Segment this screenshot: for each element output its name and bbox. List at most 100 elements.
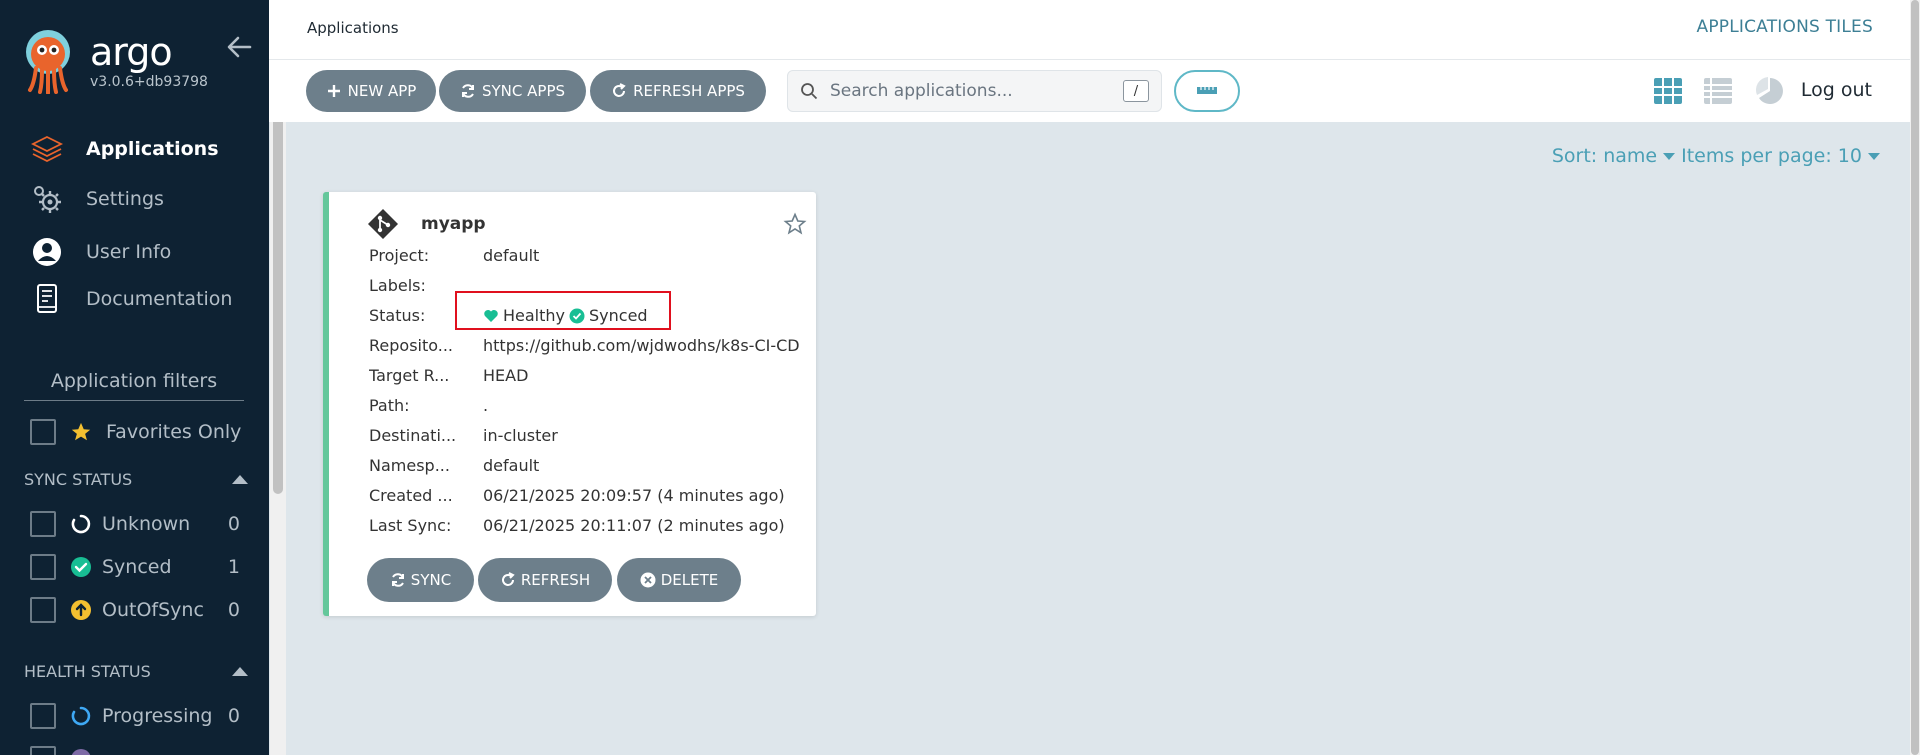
field-key: Target R... [369, 366, 450, 385]
collapse-sidebar-arrow-icon[interactable] [226, 34, 252, 60]
field-value: default [483, 246, 540, 265]
field-value: in-cluster [483, 426, 558, 445]
user-circle-icon [33, 238, 61, 266]
filter-sync-outofsync[interactable]: OutOfSync 0 [30, 596, 240, 624]
field-key: Destinati... [369, 426, 457, 445]
nav-label: Settings [86, 188, 164, 210]
checkbox[interactable] [30, 511, 56, 537]
filter-count: 0 [227, 513, 240, 535]
refresh-apps-label: REFRESH APPS [633, 82, 745, 100]
sync-button-label: SYNC [410, 571, 452, 589]
brand-version: v3.0.6+db93798 [90, 74, 208, 90]
filter-sync-synced[interactable]: Synced 1 [30, 553, 240, 581]
toolbar: NEW APP SYNC APPS REFRESH APPS / [269, 60, 1910, 122]
refresh-button[interactable]: REFRESH [478, 558, 612, 602]
top-bar: Applications APPLICATIONS TILES [269, 0, 1910, 60]
health-status-title: HEALTH STATUS [24, 662, 151, 681]
field-created-at: Created ... 06/21/2025 20:09:57 (4 minut… [369, 486, 809, 505]
filter-count: 1 [227, 556, 240, 578]
star-outline-icon[interactable] [783, 212, 807, 236]
field-last-sync: Last Sync: 06/21/2025 20:11:07 (2 minute… [369, 516, 809, 535]
nav-item-settings[interactable]: Settings [30, 179, 260, 219]
refresh-apps-button[interactable]: REFRESH APPS [590, 70, 766, 112]
field-value: HEAD [483, 366, 529, 385]
sort-controls: Sort: name Items per page: 10 [1552, 145, 1880, 167]
sync-apps-button[interactable]: SYNC APPS [439, 70, 586, 112]
filter-label: Synced [102, 556, 172, 578]
circle-icon [71, 749, 91, 755]
sync-icon [461, 84, 474, 98]
filter-toggle-button[interactable] [1174, 70, 1240, 112]
field-value: 06/21/2025 20:11:07 (2 minutes ago) [483, 516, 785, 535]
page-title: APPLICATIONS TILES [1696, 17, 1873, 37]
checkbox[interactable] [30, 597, 56, 623]
field-value: . [483, 396, 489, 415]
nav-label: User Info [86, 241, 172, 263]
star-icon [71, 422, 91, 441]
book-icon [37, 284, 57, 313]
sort-dropdown[interactable]: Sort: name [1552, 145, 1657, 167]
checkbox[interactable] [30, 703, 56, 729]
sync-status-title: SYNC STATUS [24, 470, 133, 489]
new-app-label: NEW APP [347, 82, 417, 100]
checkbox[interactable] [30, 746, 56, 755]
delete-button[interactable]: DELETE [617, 558, 741, 602]
sync-button[interactable]: SYNC [367, 558, 474, 602]
field-destination: Destinati... in-cluster [369, 426, 809, 445]
status-highlight-box [455, 291, 671, 330]
caret-down-icon[interactable] [1868, 152, 1880, 160]
collapse-triangle-icon [232, 667, 248, 676]
health-status-header[interactable]: HEALTH STATUS [24, 662, 248, 681]
items-per-page-dropdown[interactable]: Items per page: 10 [1681, 145, 1862, 167]
field-project: Project: default [369, 246, 809, 265]
right-scroll-thumb[interactable] [1911, 0, 1919, 755]
arrow-up-circle-icon [71, 600, 91, 620]
search-input[interactable] [830, 81, 1123, 101]
filter-sync-unknown[interactable]: Unknown 0 [30, 510, 240, 538]
filter-label: Progressing [102, 705, 213, 727]
list-view-icon[interactable] [1703, 76, 1733, 106]
field-key: Created ... [369, 486, 453, 505]
favorites-filter[interactable]: Favorites Only [30, 418, 241, 446]
sync-apps-label: SYNC APPS [481, 82, 566, 100]
filter-count: 0 [227, 705, 240, 727]
nav-label: Applications [86, 138, 219, 160]
sync-icon [391, 573, 404, 587]
search-shortcut-key: / [1123, 80, 1149, 102]
sync-status-header[interactable]: SYNC STATUS [24, 470, 248, 489]
summary-pie-icon[interactable] [1755, 76, 1785, 106]
nav-item-applications[interactable]: Applications [30, 129, 260, 169]
gears-icon [34, 186, 61, 213]
field-value: default [483, 456, 540, 475]
caret-down-icon[interactable] [1663, 152, 1676, 160]
git-icon [368, 209, 398, 239]
collapse-triangle-icon [232, 475, 248, 484]
field-target-revision: Target R... HEAD [369, 366, 809, 385]
field-value: https://github.com/wjdwodhs/k8s-CI-CD [483, 336, 800, 355]
refresh-icon [501, 572, 515, 586]
app-card[interactable]: myapp Project: default Labels: Status: H… [323, 192, 816, 616]
tiles-view-icon[interactable] [1653, 76, 1683, 106]
logout-link[interactable]: Log out [1801, 79, 1872, 101]
filter-health-progressing[interactable]: Progressing 0 [30, 702, 240, 730]
refresh-button-label: REFRESH [520, 571, 591, 589]
checkbox[interactable] [30, 554, 56, 580]
delete-button-label: DELETE [660, 571, 719, 589]
nav-item-user-info[interactable]: User Info [30, 232, 260, 272]
filter-count: 0 [227, 599, 240, 621]
new-app-button[interactable]: NEW APP [306, 70, 436, 112]
brand-name: argo [90, 30, 173, 74]
field-key: Project: [369, 246, 430, 265]
field-repository: Reposito... https://github.com/wjdwodhs/… [369, 336, 809, 355]
circle-notch-icon [71, 706, 91, 726]
field-path: Path: . [369, 396, 809, 415]
search-box[interactable]: / [787, 70, 1162, 112]
argo-cd-app: argo v3.0.6+db93798 Applications Setting… [0, 0, 1920, 755]
field-namespace: Namesp... default [369, 456, 809, 475]
plus-icon [327, 85, 340, 97]
breadcrumb[interactable]: Applications [307, 19, 399, 37]
favorites-checkbox[interactable] [30, 419, 56, 445]
filter-health-next[interactable] [30, 745, 240, 755]
app-name[interactable]: myapp [421, 214, 486, 234]
nav-item-documentation[interactable]: Documentation [30, 279, 260, 319]
